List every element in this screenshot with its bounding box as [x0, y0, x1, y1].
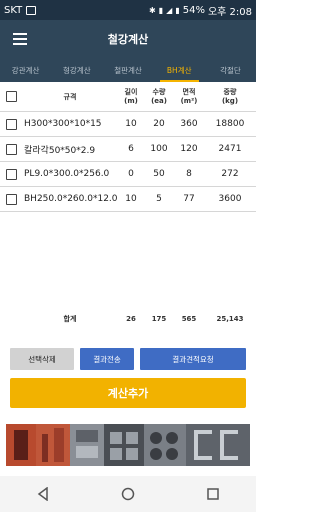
status-bar: SKT ✱ ▮ ◢ ▮ 54% 오후 2:08	[0, 0, 256, 20]
row-spec: BH250.0*260.0*12.0	[24, 194, 118, 204]
header-weight: 중량 (kg)	[221, 87, 239, 105]
image-notification-icon	[26, 5, 37, 15]
carrier-label: SKT	[4, 4, 23, 16]
total-weight: 25,143	[216, 315, 244, 323]
row-weight: 3600	[218, 194, 242, 204]
row-length: 10	[125, 194, 137, 204]
delete-selected-button[interactable]: 선택삭제	[10, 348, 74, 370]
row-spec: PL9.0*300.0*256.0	[24, 169, 110, 179]
row-weight: 2471	[218, 144, 242, 154]
totals-label: 합계	[63, 315, 77, 323]
tab-pipe-calc[interactable]: 강관계산	[0, 58, 51, 82]
tab-plate-calc[interactable]: 철판계산	[102, 58, 153, 82]
battery-icon: ▮	[175, 5, 180, 15]
battery-percent: 54%	[182, 4, 205, 16]
table-row[interactable]: H300*300*10*15 10 20 360 18800	[0, 112, 256, 137]
tab-bh-calc[interactable]: BH계산	[154, 58, 205, 82]
result-table: 규격 길이 (m) 수량 (ea) 면적 (m²) 중량 (kg) H300*300*1…	[0, 82, 256, 212]
back-icon[interactable]	[28, 479, 58, 509]
row-length: 0	[128, 169, 134, 179]
row-length: 6	[128, 144, 134, 154]
header-length: 길이 (m)	[124, 87, 138, 105]
system-nav-bar	[0, 476, 256, 512]
table-row[interactable]: PL9.0*300.0*256.0 0 50 8 272	[0, 162, 256, 187]
action-buttons: 선택삭제 결과전송 결과견적요청	[10, 348, 246, 370]
row-checkbox[interactable]	[5, 118, 17, 130]
row-qty: 20	[153, 119, 165, 129]
row-qty: 100	[150, 144, 168, 154]
header-spec: 규격	[63, 92, 77, 101]
bluetooth-icon: ✱	[149, 5, 156, 15]
wifi-icon: ◢	[166, 5, 173, 15]
row-area: 8	[186, 169, 192, 179]
total-length: 26	[126, 315, 136, 323]
request-quote-button[interactable]: 결과견적요청	[140, 348, 246, 370]
home-icon[interactable]	[113, 479, 143, 509]
row-length: 10	[125, 119, 137, 129]
hamburger-menu-icon[interactable]	[0, 20, 40, 58]
app-screen: SKT ✱ ▮ ◢ ▮ 54% 오후 2:08 철강계산 강관계산 형강계산 철…	[0, 0, 256, 512]
row-weight: 18800	[215, 119, 245, 129]
send-results-button[interactable]: 결과전송	[80, 348, 134, 370]
row-qty: 5	[156, 194, 162, 204]
row-area: 120	[180, 144, 198, 154]
row-spec: H300*300*10*15	[24, 119, 102, 129]
table-row[interactable]: BH250.0*260.0*12.0 10 5 77 3600	[0, 187, 256, 212]
select-all-checkbox[interactable]	[5, 91, 17, 102]
row-checkbox[interactable]	[5, 168, 17, 180]
signal-icon: ▮	[158, 5, 164, 15]
row-weight: 272	[221, 169, 239, 179]
add-calc-button[interactable]: 계산추가	[10, 378, 246, 408]
steel-products-ad-banner[interactable]	[6, 424, 250, 466]
row-area: 77	[183, 194, 195, 204]
steel-products-image	[6, 424, 250, 466]
row-checkbox[interactable]	[5, 193, 17, 205]
tab-section-steel-calc[interactable]: 형강계산	[51, 58, 102, 82]
clock: 오후 2:08	[207, 6, 252, 18]
recent-apps-icon[interactable]	[198, 479, 228, 509]
header-qty: 수량 (ea)	[151, 87, 167, 105]
calc-tabs: 강관계산 형강계산 철판계산 BH계산 각절단	[0, 58, 256, 82]
header-area: 면적 (m²)	[180, 87, 198, 105]
tab-angle-cut[interactable]: 각절단	[205, 58, 256, 82]
totals-row: 합계 26 175 565 25,143	[0, 312, 256, 326]
total-qty: 175	[151, 315, 167, 323]
row-qty: 50	[153, 169, 165, 179]
row-spec: 칼라각50*50*2.9	[24, 145, 96, 156]
row-checkbox[interactable]	[5, 143, 17, 155]
total-area: 565	[181, 315, 197, 323]
app-bar: 철강계산	[0, 20, 256, 58]
table-row[interactable]: 칼라각50*50*2.9 6 100 120 2471	[0, 137, 256, 162]
row-area: 360	[180, 119, 198, 129]
table-header: 규격 길이 (m) 수량 (ea) 면적 (m²) 중량 (kg)	[0, 82, 256, 112]
